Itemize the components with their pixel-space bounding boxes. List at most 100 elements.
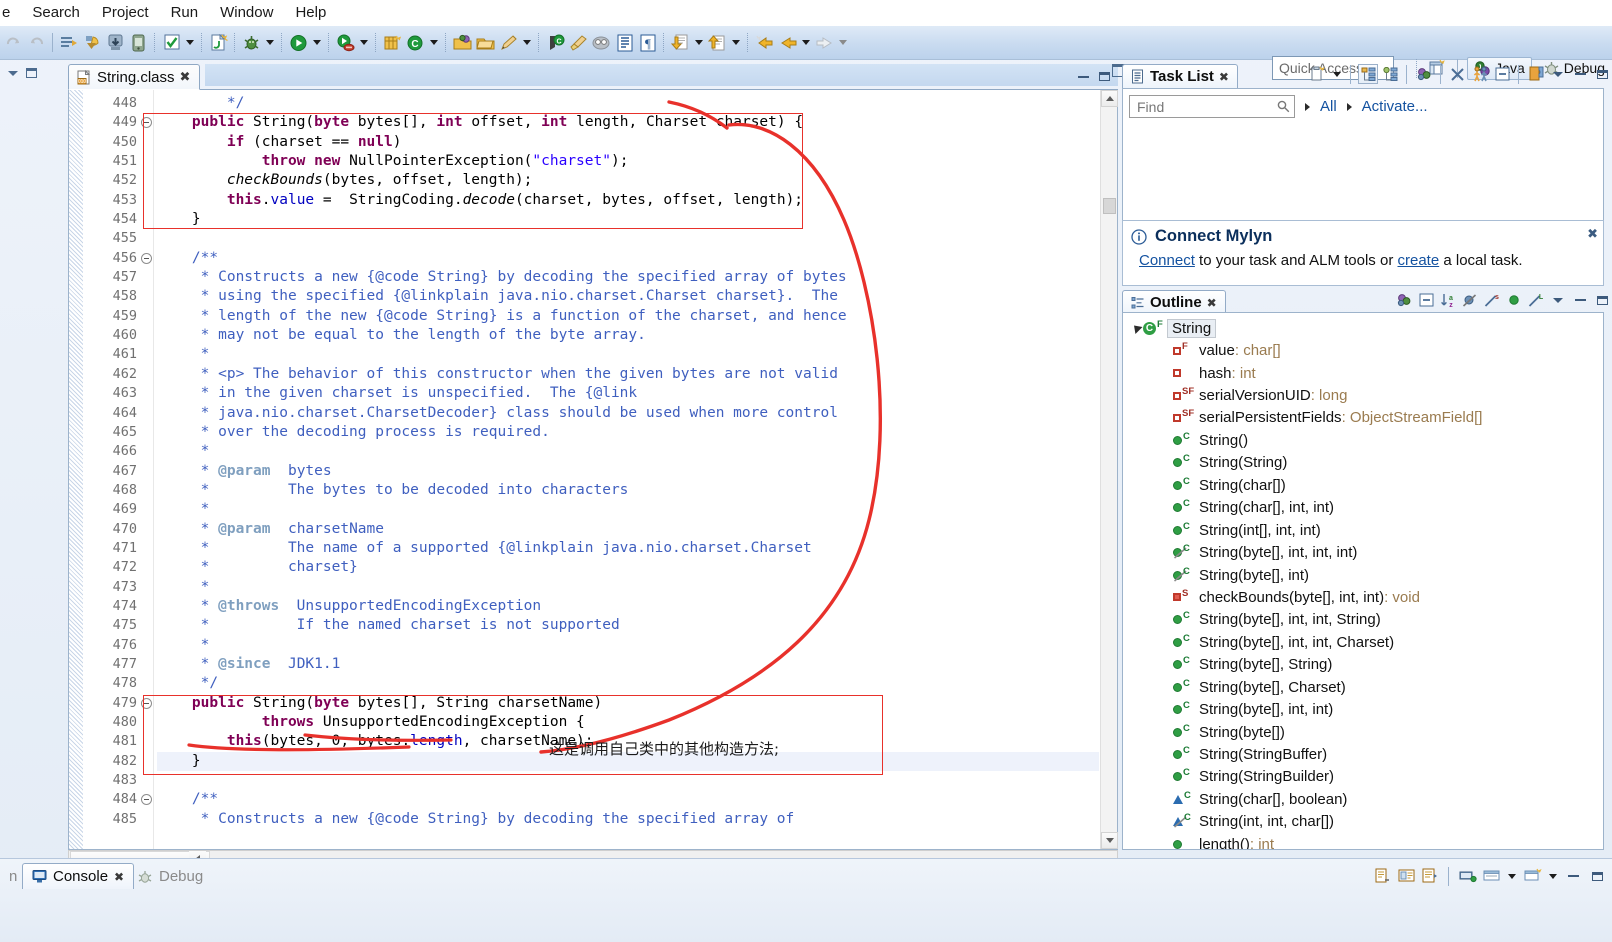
- android-download-icon[interactable]: [105, 32, 126, 54]
- outline-item[interactable]: C String(int, int, char[]): [1129, 811, 1603, 833]
- chevron-down-icon[interactable]: [732, 40, 740, 45]
- chevron-down-icon[interactable]: [430, 40, 438, 45]
- scroll-up-button[interactable]: [1101, 90, 1118, 107]
- outline-item[interactable]: C String(byte[], String): [1129, 654, 1603, 676]
- outline-item[interactable]: C F String: [1129, 317, 1603, 339]
- tab-outline[interactable]: Outline ✖: [1122, 290, 1226, 314]
- run-external-tools-icon[interactable]: [335, 32, 356, 54]
- scroll-down-button[interactable]: [1101, 832, 1118, 849]
- minimize-icon[interactable]: [1570, 290, 1590, 310]
- outline-item[interactable]: C String(char[], boolean): [1129, 788, 1603, 810]
- outline-item[interactable]: C String(char[]): [1129, 474, 1603, 496]
- fold-collapse-icon[interactable]: [141, 117, 152, 129]
- search-class-icon[interactable]: C: [545, 32, 566, 54]
- check-validate-icon[interactable]: [161, 32, 182, 54]
- hide-fields-icon[interactable]: [1460, 290, 1480, 310]
- open-resource-icon[interactable]: [475, 32, 496, 54]
- forward-icon[interactable]: [814, 32, 835, 54]
- pin-console-icon[interactable]: [1420, 866, 1441, 887]
- outline-item[interactable]: C String(byte[], int, int, int): [1129, 541, 1603, 563]
- fold-collapse-icon[interactable]: [141, 252, 152, 264]
- outline-item[interactable]: SF serialVersionUID : long: [1129, 384, 1603, 406]
- menu-window[interactable]: Window: [209, 2, 284, 23]
- outline-body[interactable]: C F String Fvalue : char[] hash : int SF seria…: [1122, 312, 1604, 850]
- chevron-down-icon[interactable]: [523, 40, 531, 45]
- outline-item[interactable]: C String(byte[], int): [1129, 564, 1603, 586]
- categorized-presentation-icon[interactable]: [1358, 64, 1378, 84]
- mylyn-create-link[interactable]: create: [1397, 252, 1439, 269]
- clear-console-icon[interactable]: [1372, 866, 1393, 887]
- outline-item[interactable]: SF serialPersistentFields : ObjectStreamF…: [1129, 407, 1603, 429]
- new-console-view-icon[interactable]: [1522, 866, 1543, 887]
- collapse-all-icon[interactable]: [1416, 290, 1436, 310]
- hide-local-types-icon[interactable]: L: [1526, 290, 1546, 310]
- collapse-all-icon[interactable]: [1492, 64, 1512, 84]
- maximize-icon[interactable]: [1587, 866, 1608, 887]
- expander-collapse-icon[interactable]: [1129, 322, 1143, 335]
- tab-task-list[interactable]: Task List ✖: [1122, 64, 1238, 88]
- quick-fix-pen-icon[interactable]: [498, 32, 519, 54]
- close-icon[interactable]: ✖: [114, 870, 124, 884]
- chevron-down-icon[interactable]: [1508, 873, 1516, 879]
- filter-arrow-icon[interactable]: [1346, 102, 1352, 111]
- search-broom-icon[interactable]: [568, 32, 589, 54]
- filter-arrow-icon[interactable]: [1305, 102, 1310, 111]
- outline-item[interactable]: length() : int: [1129, 833, 1603, 849]
- minimize-icon[interactable]: [1570, 64, 1590, 84]
- editor-vertical-scrollbar[interactable]: [1100, 90, 1118, 849]
- outline-item[interactable]: C String(): [1129, 429, 1603, 451]
- maximize-icon[interactable]: [1592, 64, 1612, 84]
- menu-search[interactable]: Search: [21, 2, 91, 23]
- outline-item[interactable]: C String(char[], int, int): [1129, 497, 1603, 519]
- outline-item[interactable]: C String(byte[], int, int, String): [1129, 609, 1603, 631]
- open-type-icon[interactable]: [452, 32, 473, 54]
- outline-item[interactable]: hash : int: [1129, 362, 1603, 384]
- android-sdk-manager-icon[interactable]: [82, 32, 103, 54]
- save-all-icon[interactable]: [59, 32, 80, 54]
- outline-item[interactable]: C String(StringBuilder): [1129, 766, 1603, 788]
- chevron-down-icon[interactable]: [313, 40, 321, 45]
- outline-item[interactable]: Fvalue : char[]: [1129, 339, 1603, 361]
- outline-item[interactable]: C String(int[], int, int): [1129, 519, 1603, 541]
- toggle-block-selection-icon[interactable]: [614, 32, 635, 54]
- tab-string-class[interactable]: 010 String.class ✖: [68, 64, 201, 90]
- new-task-icon[interactable]: [1308, 64, 1328, 84]
- menu-project[interactable]: Project: [91, 2, 160, 23]
- task-activate-link[interactable]: Activate...: [1362, 98, 1428, 115]
- chevron-down-icon[interactable]: [1333, 71, 1341, 77]
- next-annotation-icon[interactable]: [670, 32, 691, 54]
- tab-debug[interactable]: Debug: [128, 863, 212, 889]
- display-selected-console-icon[interactable]: [1457, 866, 1478, 887]
- task-find-input[interactable]: Find: [1129, 95, 1295, 118]
- fold-collapse-icon[interactable]: [141, 697, 152, 709]
- outline-item[interactable]: C String(byte[]): [1129, 721, 1603, 743]
- chevron-down-icon[interactable]: [360, 40, 368, 45]
- show-whitespace-icon[interactable]: ¶: [637, 32, 658, 54]
- close-icon[interactable]: ✖: [1587, 226, 1598, 242]
- new-class-icon[interactable]: C: [405, 32, 426, 54]
- outline-item[interactable]: C String(byte[], int, int, Charset): [1129, 631, 1603, 653]
- chevron-down-icon[interactable]: [1549, 873, 1557, 879]
- new-java-file-icon[interactable]: [208, 32, 229, 54]
- close-icon[interactable]: ✖: [1207, 296, 1217, 310]
- sort-icon[interactable]: a z: [1438, 290, 1458, 310]
- mylyn-connect-link[interactable]: Connect: [1139, 252, 1195, 269]
- back-history-sparkle-icon[interactable]: [754, 32, 775, 54]
- chevron-down-icon[interactable]: [802, 40, 810, 45]
- run-icon[interactable]: [288, 32, 309, 54]
- code-text-area[interactable]: */ public String(byte bytes[], int offse…: [157, 90, 1099, 849]
- debug-bug-icon[interactable]: [241, 32, 262, 54]
- menu-file-clipped[interactable]: e: [0, 2, 21, 23]
- view-menu-icon[interactable]: [1548, 290, 1568, 310]
- outline-item[interactable]: C String(byte[], int, int): [1129, 698, 1603, 720]
- minimize-icon[interactable]: [1563, 866, 1584, 887]
- close-icon[interactable]: ✖: [1219, 70, 1229, 84]
- menu-help[interactable]: Help: [284, 2, 337, 23]
- chevron-down-icon[interactable]: [8, 70, 18, 76]
- outline-item[interactable]: C String(byte[], Charset): [1129, 676, 1603, 698]
- task-filter-all[interactable]: All: [1320, 98, 1337, 115]
- chevron-down-icon[interactable]: [186, 40, 194, 45]
- view-menu-puzzle-icon[interactable]: [1526, 64, 1546, 84]
- focus-on-workweek-icon[interactable]: [1414, 64, 1434, 84]
- outline-item[interactable]: C String(StringBuffer): [1129, 743, 1603, 765]
